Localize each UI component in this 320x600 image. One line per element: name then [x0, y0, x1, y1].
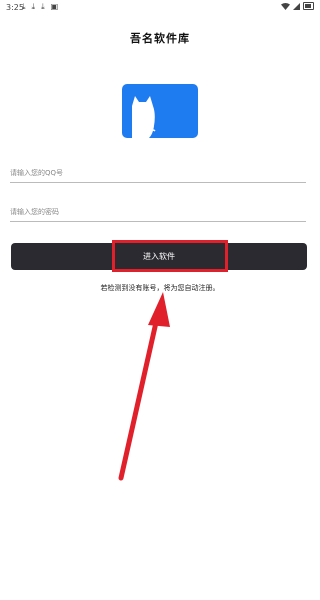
image-icon: ▣	[50, 2, 59, 11]
download-icon: ⤓	[41, 2, 45, 11]
battery-icon	[303, 2, 314, 10]
cat-silhouette-icon	[132, 96, 156, 138]
wifi-icon	[281, 2, 290, 10]
app-logo	[122, 84, 198, 138]
signal-icon	[293, 2, 300, 10]
password-field[interactable]	[10, 199, 306, 223]
qq-number-field[interactable]	[10, 160, 306, 184]
qq-number-input[interactable]	[10, 162, 306, 184]
notification-icons: ⤓ ⤓ ⤓ ▣	[22, 2, 58, 12]
login-button-label: 进入软件	[143, 252, 175, 261]
auto-register-hint: 若检测到没有账号，将为您自动注册。	[100, 284, 220, 292]
password-input[interactable]	[10, 201, 306, 223]
download-icon: ⤓	[22, 2, 26, 11]
page-title: 吾名软件库	[130, 32, 190, 45]
download-icon: ⤓	[31, 2, 36, 11]
status-bar: 3:25 ⤓ ⤓ ⤓ ▣	[0, 0, 320, 14]
status-right-icons	[281, 2, 314, 10]
login-button[interactable]: 进入软件	[11, 243, 307, 270]
